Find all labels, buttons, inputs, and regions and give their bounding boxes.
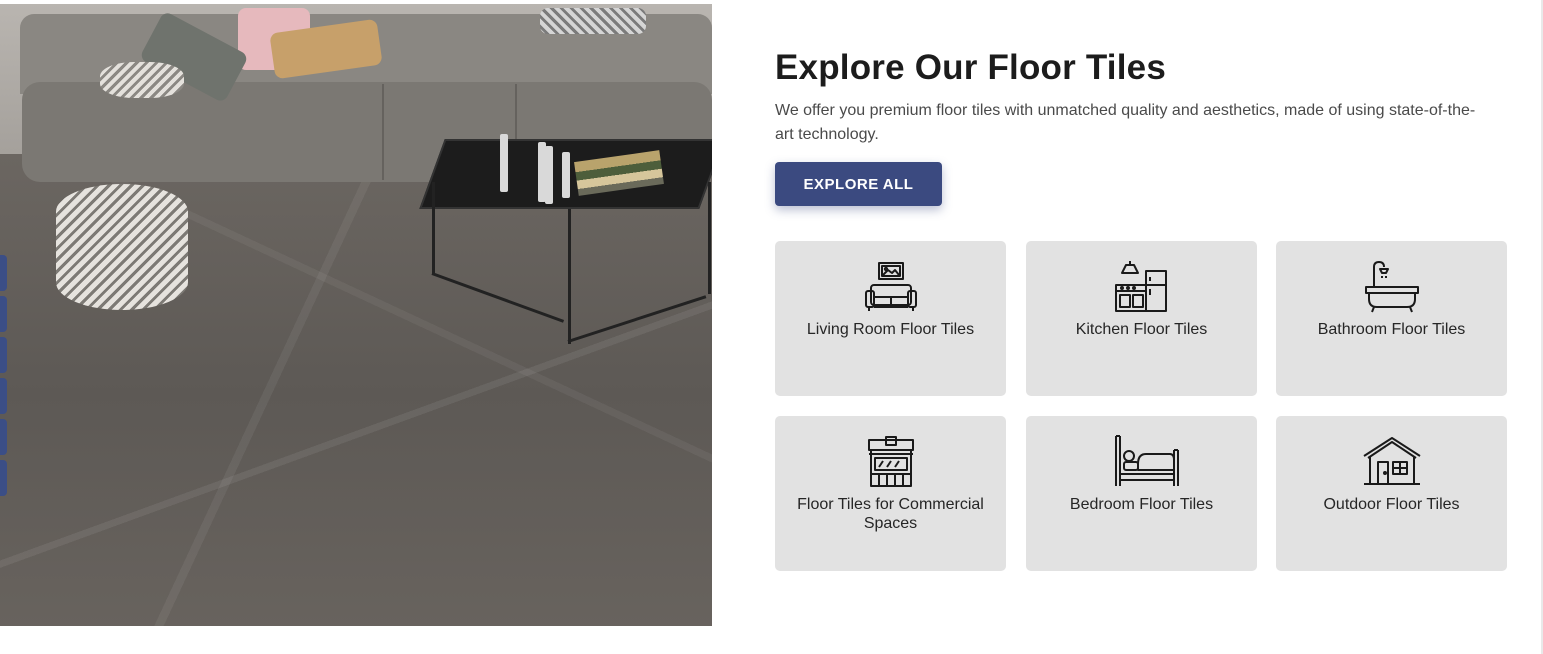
table-leg [708, 182, 711, 294]
candle [500, 134, 508, 192]
side-social-tab[interactable] [0, 296, 7, 332]
hero-image-living-room [0, 4, 712, 626]
category-label: Outdoor Floor Tiles [1323, 496, 1460, 513]
category-label: Living Room Floor Tiles [806, 321, 975, 338]
category-card-outdoor[interactable]: Outdoor Floor Tiles [1276, 416, 1507, 571]
category-card-kitchen[interactable]: Kitchen Floor Tiles [1026, 241, 1257, 396]
category-card-living-room[interactable]: Living Room Floor Tiles [775, 241, 1006, 396]
side-social-tab[interactable] [0, 460, 7, 496]
section-title: Explore Our Floor Tiles [775, 48, 1166, 87]
candle [562, 152, 570, 198]
category-card-commercial[interactable]: Floor Tiles for Commercial Spaces [775, 416, 1006, 571]
category-label: Bathroom Floor Tiles [1317, 321, 1466, 338]
category-label: Floor Tiles for Commercial Spaces [797, 496, 984, 532]
table-leg [568, 209, 571, 344]
category-card-bathroom[interactable]: Bathroom Floor Tiles [1276, 241, 1507, 396]
triangle-pillow [540, 8, 646, 34]
category-label: Bedroom Floor Tiles [1069, 496, 1214, 513]
sofa-seam [382, 84, 384, 180]
living-room-icon [861, 259, 921, 315]
side-social-tab[interactable] [0, 378, 7, 414]
category-card-bedroom[interactable]: Bedroom Floor Tiles [1026, 416, 1257, 571]
side-social-tab[interactable] [0, 255, 7, 291]
bathroom-icon [1362, 259, 1422, 315]
kitchen-icon [1112, 259, 1172, 315]
side-social-tab[interactable] [0, 337, 7, 373]
house-icon [1362, 434, 1422, 490]
table-leg [432, 182, 435, 274]
knit-pouf [56, 184, 188, 310]
storefront-icon [861, 434, 921, 490]
category-label: Kitchen Floor Tiles [1075, 321, 1208, 338]
explore-all-button[interactable]: EXPLORE ALL [775, 162, 942, 206]
patterned-cushion [100, 62, 184, 98]
side-social-tab[interactable] [0, 419, 7, 455]
candle [545, 146, 553, 204]
section-description: We offer you premium floor tiles with un… [775, 102, 1476, 143]
bed-icon [1112, 434, 1179, 490]
